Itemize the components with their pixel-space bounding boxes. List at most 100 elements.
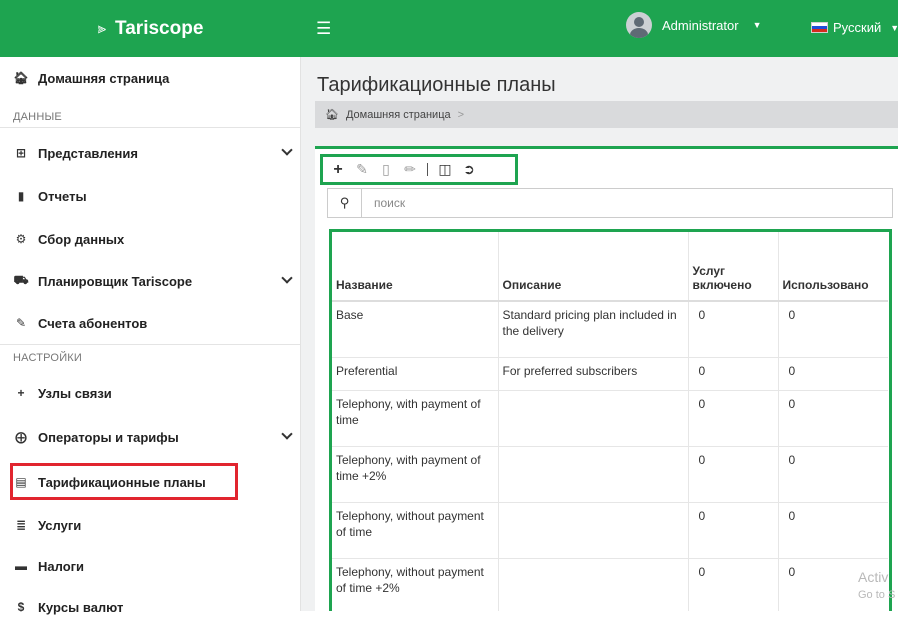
sidebar-item-views[interactable]: ⊞ Представления bbox=[0, 133, 301, 173]
cell-name: Telephony, without payment of time bbox=[332, 502, 499, 559]
export-icon[interactable]: ➲ bbox=[462, 161, 476, 178]
sidebar-section-settings: НАСТРОЙКИ bbox=[13, 352, 83, 364]
user-name: Administrator bbox=[662, 17, 739, 33]
sidebar-item-home[interactable]: 🏠︎ Домашняя страница bbox=[0, 58, 301, 98]
page-title: Тарификационные планы bbox=[317, 74, 556, 96]
sidebar: 🏠︎ Домашняя страница ДАННЫЕ ⊞ Представле… bbox=[0, 57, 301, 615]
cell-name: Base bbox=[332, 301, 499, 358]
column-header-name[interactable]: Название bbox=[332, 232, 499, 302]
cell-description bbox=[498, 558, 689, 611]
add-icon[interactable]: + bbox=[331, 161, 345, 179]
credit-card-icon: ▬ bbox=[15, 559, 27, 573]
top-bar: ⫸ Tariscope ☰ Administrator ▼ Русский ▼ bbox=[0, 0, 898, 57]
column-header-services[interactable]: Услуг включено bbox=[688, 232, 779, 302]
search-box: ⚲ bbox=[327, 188, 893, 218]
sidebar-item-label: Операторы и тарифы bbox=[38, 429, 179, 445]
sidebar-item-taxes[interactable]: ▬ Налоги bbox=[0, 546, 301, 586]
data-table: Название Описание Услуг включено Использ… bbox=[332, 232, 888, 611]
dollar-icon: $ bbox=[17, 600, 25, 614]
toolbar-divider bbox=[427, 163, 428, 176]
sidebar-divider bbox=[0, 344, 300, 345]
table-row[interactable]: Telephony, without payment of time +2% 0… bbox=[332, 558, 888, 611]
activation-watermark: Activ Go to S bbox=[858, 568, 895, 604]
table-row[interactable]: Base Standard pricing plan included in t… bbox=[332, 301, 888, 358]
truck-icon: ⛟ bbox=[13, 273, 29, 287]
breadcrumb-home-link[interactable]: Домашняя страница bbox=[346, 109, 451, 121]
search-input[interactable] bbox=[362, 190, 862, 216]
home-icon: 🏠︎ bbox=[325, 109, 339, 121]
column-header-used[interactable]: Использовано bbox=[778, 232, 888, 302]
caret-down-icon: ▼ bbox=[752, 20, 762, 30]
language-menu[interactable]: Русский ▼ bbox=[811, 20, 898, 35]
sidebar-item-label: Представления bbox=[38, 145, 138, 161]
sidebar-divider bbox=[0, 127, 300, 128]
cell-used: 0 bbox=[778, 390, 888, 447]
sidebar-item-currency[interactable]: $ Курсы валют bbox=[0, 587, 301, 627]
chevron-down-icon bbox=[281, 428, 293, 440]
cell-services: 0 bbox=[688, 446, 779, 503]
hamburger-icon[interactable]: ☰ bbox=[316, 19, 331, 39]
user-menu[interactable]: Administrator ▼ bbox=[626, 12, 762, 38]
sidebar-item-label: Курсы валют bbox=[38, 599, 124, 615]
sidebar-item-label: Налоги bbox=[38, 558, 85, 574]
columns-icon[interactable]: ◫ bbox=[438, 161, 452, 178]
avatar bbox=[626, 12, 652, 38]
cell-services: 0 bbox=[688, 357, 779, 391]
sidebar-item-nodes[interactable]: + Узлы связи bbox=[0, 373, 301, 413]
sidebar-item-subscriber-accounts[interactable]: ✎ Счета абонентов bbox=[0, 303, 301, 343]
sidebar-item-data-collection[interactable]: ⚙ Сбор данных bbox=[0, 219, 301, 259]
watermark-line-1: Activ bbox=[858, 569, 889, 585]
russia-flag-icon bbox=[811, 22, 828, 33]
brand[interactable]: ⫸ Tariscope bbox=[0, 0, 301, 57]
sidebar-item-label: Сбор данных bbox=[38, 231, 125, 247]
sidebar-item-label: Узлы связи bbox=[38, 385, 112, 401]
cell-used: 0 bbox=[778, 446, 888, 503]
pencil-icon[interactable]: ✎ bbox=[355, 161, 369, 178]
home-icon: 🏠︎ bbox=[13, 71, 29, 85]
table-row[interactable]: Preferential For preferred subscribers 0… bbox=[332, 357, 888, 391]
column-header-description[interactable]: Описание bbox=[498, 232, 689, 302]
sidebar-item-reports[interactable]: ▮ Отчеты bbox=[0, 176, 301, 216]
sidebar-item-label: Отчеты bbox=[38, 188, 87, 204]
cell-services: 0 bbox=[688, 301, 779, 358]
table-icon: ⊞ bbox=[15, 146, 27, 160]
brand-name: Tariscope bbox=[115, 17, 204, 39]
sidebar-section-data: ДАННЫЕ bbox=[13, 111, 62, 123]
sidebar-item-services[interactable]: ≣ Услуги bbox=[0, 505, 301, 545]
cell-services: 0 bbox=[688, 390, 779, 447]
search-icon: ⚲ bbox=[328, 189, 362, 217]
cell-description bbox=[498, 390, 689, 447]
sidebar-item-scheduler[interactable]: ⛟ Планировщик Tariscope bbox=[0, 261, 301, 301]
edit-icon[interactable]: ✏ bbox=[403, 161, 417, 178]
table-row[interactable]: Telephony, without payment of time 0 0 bbox=[332, 502, 888, 559]
main-content: Тарификационные планы 🏠︎ Домашняя страни… bbox=[301, 57, 898, 611]
cell-name: Preferential bbox=[332, 357, 499, 391]
table-row[interactable]: Telephony, with payment of time 0 0 bbox=[332, 390, 888, 447]
invoice-icon: ✎ bbox=[15, 316, 27, 330]
cell-name: Telephony, with payment of time +2% bbox=[332, 446, 499, 503]
language-label: Русский bbox=[833, 20, 882, 35]
table-row[interactable]: Telephony, with payment of time +2% 0 0 bbox=[332, 446, 888, 503]
breadcrumb-separator: > bbox=[457, 108, 465, 121]
sidebar-item-label: Счета абонентов bbox=[38, 315, 148, 331]
cell-used: 0 bbox=[778, 357, 888, 391]
sidebar-item-label: Домашняя страница bbox=[38, 70, 170, 86]
cell-description: Standard pricing plan included in the de… bbox=[498, 301, 689, 358]
checklist-icon: ≣ bbox=[15, 518, 27, 532]
cell-used: 0 bbox=[778, 301, 888, 358]
watermark-line-2: Go to S bbox=[858, 589, 896, 601]
cell-name: Telephony, with payment of time bbox=[332, 390, 499, 447]
trash-icon[interactable]: ▯ bbox=[379, 161, 393, 178]
cell-description bbox=[498, 446, 689, 503]
tariff-plans-table: Название Описание Услуг включено Использ… bbox=[329, 229, 892, 611]
sidebar-item-label: Услуги bbox=[38, 517, 82, 533]
sidebar-item-label: Планировщик Tariscope bbox=[38, 273, 193, 289]
cell-services: 0 bbox=[688, 502, 779, 559]
content-panel: + ✎ ▯ ✏ ◫ ➲ ⚲ Название Описание Услуг вк… bbox=[315, 149, 898, 611]
globe-icon: ⨁ bbox=[15, 430, 27, 444]
active-item-highlight bbox=[10, 463, 238, 500]
cell-description bbox=[498, 502, 689, 559]
chevron-down-icon bbox=[281, 144, 293, 156]
sidebar-item-operators[interactable]: ⨁ Операторы и тарифы bbox=[0, 417, 301, 457]
cell-description: For preferred subscribers bbox=[498, 357, 689, 391]
